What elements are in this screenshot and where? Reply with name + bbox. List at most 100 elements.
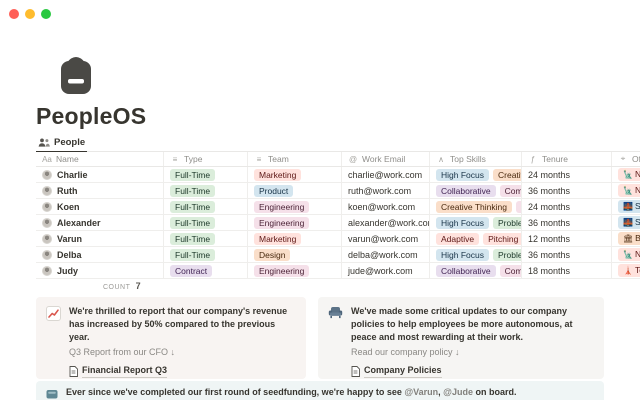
cell-team[interactable]: Design	[248, 247, 342, 262]
cell-type[interactable]: Full-Time	[164, 199, 248, 214]
skill-tag[interactable]: High Focus	[436, 169, 489, 181]
cell-team[interactable]: Product	[248, 183, 342, 198]
cell-top-skills[interactable]: Creative ThinkingCommunication	[430, 199, 522, 214]
cell-team[interactable]: Marketing	[248, 167, 342, 182]
minimize-window-button[interactable]	[25, 9, 35, 19]
cell-office[interactable]: 🗽New York	[612, 247, 640, 262]
type-tag[interactable]: Contract	[170, 265, 212, 277]
column-header-type[interactable]: ≡Type	[164, 152, 248, 166]
column-header-office[interactable]: ⌖Office	[612, 152, 640, 166]
cell-type[interactable]: Full-Time	[164, 247, 248, 262]
table-count-footer[interactable]: COUNT 7	[36, 281, 141, 291]
cell-work-email[interactable]: jude@work.com	[342, 263, 430, 278]
cell-name[interactable]: Charlie	[36, 167, 164, 182]
cell-type[interactable]: Full-Time	[164, 215, 248, 230]
cell-top-skills[interactable]: High Focus Problem Solving	[430, 215, 522, 230]
close-window-button[interactable]	[9, 9, 19, 19]
office-tag[interactable]: 🗼Tokyo	[618, 264, 640, 277]
column-header-skills[interactable]: ∧Top Skills	[430, 152, 522, 166]
cell-team[interactable]: Marketing	[248, 231, 342, 246]
cell-team[interactable]: Engineering	[248, 263, 342, 278]
skill-tag[interactable]: Collaborative	[436, 185, 496, 197]
cell-name[interactable]: Ruth	[36, 183, 164, 198]
team-tag[interactable]: Design	[254, 249, 290, 261]
skill-tag[interactable]: Problem Solving	[493, 249, 522, 261]
type-tag[interactable]: Full-Time	[170, 233, 215, 245]
zoom-window-button[interactable]	[41, 9, 51, 19]
cell-tenure[interactable]: 36 months	[522, 215, 612, 230]
cell-work-email[interactable]: delba@work.com	[342, 247, 430, 262]
cell-tenure[interactable]: 24 months	[522, 167, 612, 182]
cell-office[interactable]: 🗽New York	[612, 183, 640, 198]
cell-type[interactable]: Contract	[164, 263, 248, 278]
office-tag[interactable]: 🌉San Francisco	[618, 200, 640, 213]
cell-work-email[interactable]: ruth@work.com	[342, 183, 430, 198]
cell-name[interactable]: Judy	[36, 263, 164, 278]
cell-top-skills[interactable]: High FocusProblem Solving	[430, 247, 522, 262]
column-header-name[interactable]: AaName	[36, 152, 164, 166]
cell-top-skills[interactable]: Collaborative Communication	[430, 183, 522, 198]
cell-office[interactable]: 🗼Tokyo	[612, 263, 640, 278]
office-tag[interactable]: 🗽New York	[618, 248, 640, 261]
type-tag[interactable]: Full-Time	[170, 217, 215, 229]
skill-tag[interactable]: High Focus	[436, 217, 489, 229]
skill-tag[interactable]: Creative Thinking	[436, 201, 512, 213]
mention-varun[interactable]: @Varun	[404, 387, 438, 397]
cell-office[interactable]: 🌉San Francisco	[612, 199, 640, 214]
cell-name[interactable]: Koen	[36, 199, 164, 214]
cell-tenure[interactable]: 12 months	[522, 231, 612, 246]
team-tag[interactable]: Engineering	[254, 265, 309, 277]
office-tag[interactable]: 🗽New York	[618, 168, 640, 181]
team-tag[interactable]: Marketing	[254, 233, 301, 245]
office-tag[interactable]: 🏛Boston	[618, 232, 640, 245]
cell-work-email[interactable]: charlie@work.com	[342, 167, 430, 182]
cell-work-email[interactable]: varun@work.com	[342, 231, 430, 246]
cell-team[interactable]: Engineering	[248, 199, 342, 214]
backpack-icon[interactable]	[55, 52, 97, 101]
table-row[interactable]: Varun Full-Time Marketing varun@work.com Ada…	[36, 231, 640, 247]
cell-type[interactable]: Full-Time	[164, 183, 248, 198]
company-policies-link[interactable]: Company Policies	[351, 364, 594, 378]
mention-jude[interactable]: @Jude	[443, 387, 473, 397]
cell-name[interactable]: Delba	[36, 247, 164, 262]
cell-tenure[interactable]: 36 months	[522, 247, 612, 262]
cell-top-skills[interactable]: Collaborative Communication	[430, 263, 522, 278]
table-row[interactable]: Delba Full-Time Design delba@work.comHigh F…	[36, 247, 640, 263]
column-header-email[interactable]: @Work Email	[342, 152, 430, 166]
cell-office[interactable]: 🏛Boston	[612, 231, 640, 246]
table-row[interactable]: Alexander Full-Time Engineering alexander@w…	[36, 215, 640, 231]
skill-tag[interactable]: Communication	[500, 265, 522, 277]
table-row[interactable]: KoenFull-TimeEngineeringkoen@work.comCre…	[36, 199, 640, 215]
cell-office[interactable]: 🌉San Francisco	[612, 215, 640, 230]
team-tag[interactable]: Engineering	[254, 201, 309, 213]
cell-work-email[interactable]: alexander@work.com	[342, 215, 430, 230]
cell-tenure[interactable]: 24 months	[522, 199, 612, 214]
cell-work-email[interactable]: koen@work.com	[342, 199, 430, 214]
office-tag[interactable]: 🗽New York	[618, 184, 640, 197]
type-tag[interactable]: Full-Time	[170, 201, 215, 213]
skill-tag[interactable]: Communication	[500, 185, 522, 197]
cell-name[interactable]: Alexander	[36, 215, 164, 230]
type-tag[interactable]: Full-Time	[170, 169, 215, 181]
financial-report-link[interactable]: Financial Report Q3	[69, 364, 296, 378]
skill-tag[interactable]: Problem Solving	[493, 217, 522, 229]
type-tag[interactable]: Full-Time	[170, 249, 215, 261]
skill-tag[interactable]: Pitching	[483, 233, 522, 245]
team-tag[interactable]: Engineering	[254, 217, 309, 229]
cell-name[interactable]: Varun	[36, 231, 164, 246]
cell-tenure[interactable]: 18 months	[522, 263, 612, 278]
skill-tag[interactable]: Adaptive	[436, 233, 479, 245]
column-header-tenure[interactable]: ƒTenure	[522, 152, 612, 166]
team-tag[interactable]: Marketing	[254, 169, 301, 181]
office-tag[interactable]: 🌉San Francisco	[618, 216, 640, 229]
cell-office[interactable]: 🗽New York	[612, 167, 640, 182]
tab-people[interactable]: People	[36, 137, 87, 152]
team-tag[interactable]: Product	[254, 185, 293, 197]
cell-top-skills[interactable]: High Focus Creative Thinking	[430, 167, 522, 182]
skill-tag[interactable]: Collaborative	[436, 265, 496, 277]
cell-tenure[interactable]: 36 months	[522, 183, 612, 198]
table-row[interactable]: RuthFull-TimeProductruth@work.comCollabo…	[36, 183, 640, 199]
table-row[interactable]: Charlie Full-Time Marketing charlie@work.co…	[36, 167, 640, 183]
cell-top-skills[interactable]: AdaptivePitchingContributing	[430, 231, 522, 246]
skill-tag[interactable]: Creative Thinking	[493, 169, 522, 181]
